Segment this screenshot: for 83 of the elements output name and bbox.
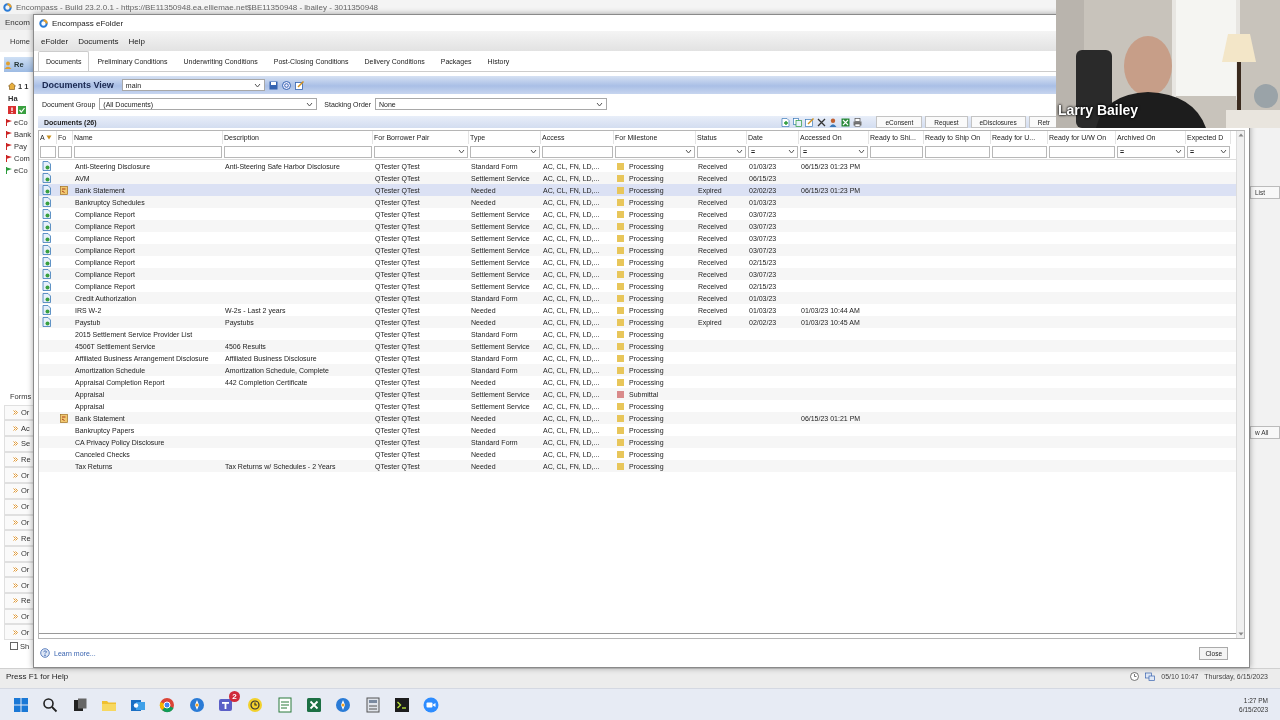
scroll-up-icon[interactable] [1237,133,1244,137]
caret-icon [596,101,603,107]
video-camera-icon[interactable] [423,696,440,713]
clock-app-icon[interactable] [247,696,264,713]
add-document-icon[interactable] [781,117,791,127]
compass-icon[interactable] [188,696,205,713]
filter-field[interactable] [58,145,72,158]
filter-field[interactable] [224,145,372,158]
menu-item[interactable]: Encom [5,17,30,27]
chevrons-icon [13,613,18,619]
filter-dropdown[interactable] [374,145,468,158]
chevrons-icon [13,598,18,604]
chevrons-icon [13,488,18,494]
notification-badge: 2 [229,690,241,702]
spreadsheet-icon[interactable] [305,696,322,713]
print-icon[interactable] [853,117,863,127]
filter-field[interactable] [1049,145,1115,158]
scrollbar[interactable] [1236,131,1244,638]
chevrons-icon [13,535,18,541]
chevrons-icon [13,582,18,588]
home-icon [8,82,16,90]
start-icon[interactable] [13,696,29,713]
chevrons-icon [13,457,18,463]
window-title: Encompass eFolder [52,18,124,28]
view-title: Documents View [42,80,114,90]
spreadsheet-icon[interactable] [841,117,851,127]
participant-name: Larry Bailey [1058,102,1139,118]
filter-dropdown[interactable] [615,145,695,158]
chevrons-icon [13,472,18,478]
menu-item[interactable]: Help [123,36,151,46]
status-text: Press F1 for Help [6,672,69,681]
chevrons-icon [13,551,18,557]
chevrons-icon [13,566,18,572]
user-icon[interactable] [829,117,839,127]
filter-dropdown[interactable] [697,145,746,158]
caret-icon [1220,149,1227,154]
chevrons-icon [13,425,18,431]
alert-icon [8,106,16,114]
chevrons-icon [13,519,18,525]
chevrons-icon [13,504,18,510]
person-icon [4,60,12,69]
caret-icon [736,149,743,154]
terminal-icon[interactable] [393,696,410,713]
compass-icon[interactable] [335,696,352,713]
caret-icon [458,149,465,154]
app-logo-icon [39,18,48,28]
app-logo-icon [3,2,12,12]
window-title: Encompass - Build 23.2.0.1 - https://BE11350948.ea.elliemae.net$BE11350948 - lbailey - 3011350948 [16,2,379,12]
caret-icon [530,149,537,154]
check-icon [18,106,26,114]
caret-icon [253,82,261,88]
checkbox[interactable] [10,642,18,650]
calculator-icon[interactable] [364,696,381,713]
browser-icon[interactable] [159,696,176,713]
menu-item[interactable]: eFolder [36,36,74,46]
sort-arrow-icon[interactable] [45,135,52,140]
filter-field[interactable] [40,145,56,158]
save-icon[interactable] [268,80,278,90]
caret-icon [306,101,314,107]
clock-icon [1130,672,1140,681]
chevrons-icon [13,629,18,635]
filter-field[interactable] [870,145,923,158]
caret-icon [788,149,795,154]
caret-icon [685,149,692,154]
notepad-icon[interactable] [276,696,293,713]
chat-icon[interactable] [218,696,235,713]
search-icon[interactable] [42,696,59,713]
edit-icon[interactable] [294,80,304,90]
menu-item[interactable]: Documents [73,36,124,46]
filter-field[interactable] [992,145,1047,158]
copy-icon[interactable] [793,117,803,127]
filter-field[interactable] [925,145,990,158]
task-view-icon[interactable] [71,696,88,713]
caret-icon [858,149,865,154]
help-icon [40,648,50,658]
filter-field[interactable] [542,145,613,158]
caret-icon [1175,149,1182,154]
scroll-down-icon[interactable] [1237,632,1244,636]
filter-dropdown[interactable] [470,145,540,158]
chevrons-icon [13,410,18,416]
filter-field[interactable] [74,145,222,158]
chevrons-icon [13,441,18,447]
delete-icon[interactable] [817,117,827,127]
